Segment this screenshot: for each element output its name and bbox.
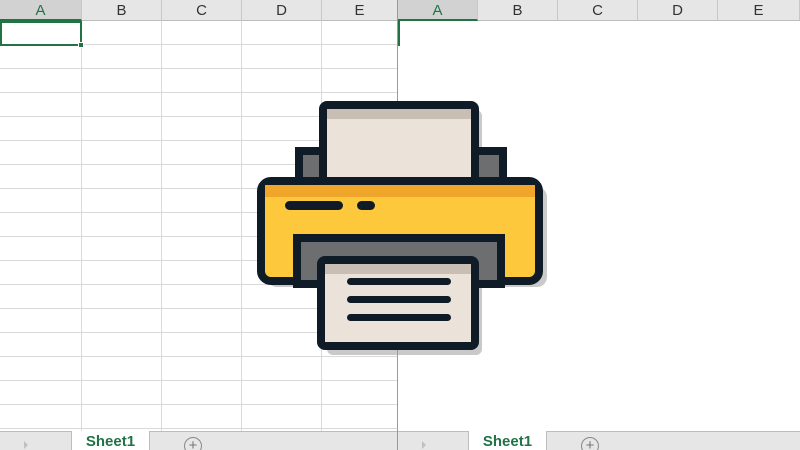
column-header-d[interactable]: D (638, 0, 718, 21)
plus-circle-icon[interactable]: + (184, 437, 202, 450)
fill-handle[interactable] (78, 42, 84, 48)
sheet-tab[interactable]: Sheet1 (71, 431, 150, 450)
column-header-b[interactable]: B (82, 0, 162, 21)
printer-icon (257, 101, 547, 355)
scroll-left-icon[interactable] (422, 441, 426, 449)
selected-cell-a1[interactable] (398, 21, 400, 46)
plus-circle-icon[interactable]: + (581, 437, 599, 450)
column-header-a[interactable]: A (0, 0, 82, 21)
column-header-a[interactable]: A (398, 0, 478, 21)
column-header-b[interactable]: B (478, 0, 558, 21)
column-header-d[interactable]: D (242, 0, 322, 21)
column-header-e[interactable]: E (322, 0, 397, 21)
column-header-c[interactable]: C (162, 0, 242, 21)
column-header-e[interactable]: E (718, 0, 800, 21)
sheet-tab-bar: Sheet1 + (398, 431, 800, 450)
sheet-tab-bar: Sheet1 + (0, 431, 397, 450)
scroll-left-icon[interactable] (24, 441, 28, 449)
selected-cell-a1[interactable] (0, 21, 82, 46)
column-header-c[interactable]: C (558, 0, 638, 21)
sheet-tab[interactable]: Sheet1 (468, 431, 547, 450)
